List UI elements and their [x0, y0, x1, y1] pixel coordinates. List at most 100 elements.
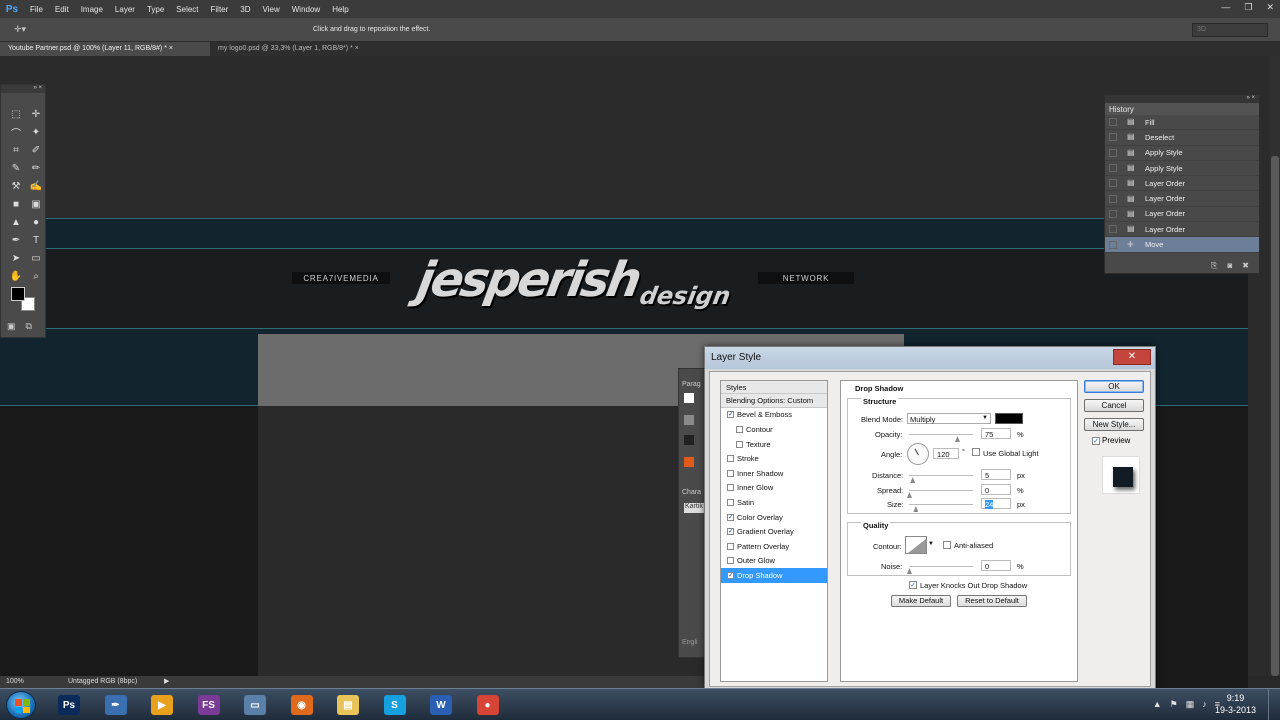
taskbar-app-fs-app[interactable]: FS — [190, 692, 228, 718]
cancel-button[interactable]: Cancel — [1084, 399, 1144, 412]
spread-input[interactable]: 0 — [981, 484, 1011, 495]
workspace-select[interactable]: 3D — [1192, 23, 1268, 37]
close-tab-icon[interactable]: × — [355, 45, 359, 52]
paragraph-align-icon[interactable] — [684, 393, 694, 403]
start-button[interactable] — [6, 691, 36, 719]
spread-slider[interactable] — [909, 490, 973, 492]
menu-filter[interactable]: Filter — [211, 5, 237, 14]
history-item[interactable]: ✛ Move — [1105, 237, 1259, 253]
taskbar-app-pen-app[interactable]: ✒ — [97, 692, 135, 718]
style-checkbox[interactable]: ✓ — [727, 528, 734, 536]
preview-checkbox[interactable]: ✓ — [1092, 436, 1100, 445]
style-checkbox[interactable] — [727, 498, 734, 506]
gradient-tool-icon[interactable]: ▣ — [27, 195, 45, 213]
dialog-close-button[interactable]: ✕ — [1113, 349, 1151, 365]
style-checkbox[interactable]: ✓ — [727, 411, 734, 419]
taskbar-app-skype[interactable]: S — [376, 692, 414, 718]
reset-to-default-button[interactable]: Reset to Default — [957, 595, 1027, 607]
screen-mode-icon[interactable]: ⧉ — [26, 321, 32, 332]
style-checkbox[interactable] — [727, 557, 734, 565]
styles-header[interactable]: Styles — [721, 381, 827, 393]
style-item[interactable]: Inner Glow — [721, 481, 827, 496]
style-checkbox[interactable]: ✓ — [727, 513, 734, 521]
history-item[interactable]: ▤ Layer Order — [1105, 222, 1259, 238]
style-checkbox[interactable] — [727, 469, 734, 477]
move-tool-icon[interactable]: ✛▾ — [14, 24, 26, 35]
minimize-icon[interactable]: — — [1221, 2, 1230, 13]
angle-dial[interactable] — [907, 443, 929, 465]
menu-file[interactable]: File — [30, 5, 51, 14]
history-item[interactable]: ▤ Fill — [1105, 115, 1259, 131]
use-global-light-checkbox[interactable] — [972, 448, 980, 456]
swatch-icon[interactable] — [684, 457, 694, 467]
history-item[interactable]: ▤ Apply Style — [1105, 161, 1259, 177]
style-item[interactable]: Outer Glow — [721, 554, 827, 569]
dialog-titlebar[interactable]: Layer Style — [705, 347, 1155, 369]
zoom-tool-icon[interactable]: ⌕ — [27, 267, 45, 285]
style-checkbox[interactable] — [727, 484, 734, 492]
zoom-level[interactable]: 100% — [6, 678, 24, 685]
knocks-out-checkbox[interactable]: ✓ — [909, 581, 917, 589]
noise-slider[interactable] — [909, 566, 973, 568]
anti-aliased-checkbox[interactable] — [943, 541, 951, 549]
history-snapshot-checkbox[interactable] — [1109, 133, 1117, 142]
action-center-icon[interactable]: ⚑ — [1170, 699, 1178, 710]
menu-layer[interactable]: Layer — [115, 5, 143, 14]
menu-type[interactable]: Type — [147, 5, 172, 14]
size-slider[interactable] — [909, 504, 973, 506]
clock[interactable]: 9:19 19-3-2013 — [1215, 692, 1256, 716]
tab-youtube-partner[interactable]: Youtube Partner.psd @ 100% (Layer 11, RG… — [0, 42, 210, 56]
chevron-down-icon[interactable]: ▼ — [928, 541, 934, 547]
new-style-button[interactable]: New Style... — [1084, 418, 1144, 431]
menu-image[interactable]: Image — [81, 5, 111, 14]
history-snapshot-checkbox[interactable] — [1109, 194, 1117, 203]
style-checkbox[interactable]: ✓ — [727, 571, 734, 579]
blending-options[interactable]: Blending Options: Custom — [721, 393, 827, 408]
history-brush-tool-icon[interactable]: ✍ — [27, 177, 45, 195]
move-tool-icon[interactable]: ✛ — [27, 105, 45, 123]
close-icon[interactable]: ✕ — [1266, 2, 1274, 13]
style-item[interactable]: ✓ Drop Shadow — [721, 568, 827, 583]
taskbar-app-word[interactable]: W — [422, 692, 460, 718]
magic-wand-tool-icon[interactable]: ✦ — [27, 123, 45, 141]
tab-paragraph[interactable]: Parag — [682, 381, 701, 388]
ok-button[interactable]: OK — [1084, 380, 1144, 393]
contour-picker[interactable] — [905, 536, 927, 554]
taskbar-app-explorer[interactable]: ▤ — [329, 692, 367, 718]
brush-tool-icon[interactable]: ✏ — [27, 159, 45, 177]
style-item[interactable]: ✓ Bevel & Emboss — [721, 408, 827, 423]
menu-help[interactable]: Help — [332, 5, 356, 14]
make-default-button[interactable]: Make Default — [891, 595, 951, 607]
taskbar-app-photoshop[interactable]: Ps — [50, 692, 88, 718]
tab-my-logo[interactable]: my logo0.psd @ 33,3% (Layer 1, RGB/8*) *… — [210, 42, 367, 56]
style-item[interactable]: ✓ Color Overlay — [721, 510, 827, 525]
shadow-color-swatch[interactable] — [995, 413, 1023, 424]
healing-tool-icon[interactable]: ✎ — [7, 159, 25, 177]
style-checkbox[interactable] — [736, 440, 743, 448]
menu-edit[interactable]: Edit — [55, 5, 77, 14]
eyedropper-tool-icon[interactable]: ✐ — [27, 141, 45, 159]
new-document-from-state-icon[interactable]: ⎘ — [1211, 261, 1217, 271]
size-input[interactable]: 24 — [981, 498, 1011, 509]
photoshop-logo-icon[interactable]: Ps — [2, 0, 22, 18]
pen-tool-icon[interactable]: ✒ — [7, 231, 25, 249]
snapshot-icon[interactable]: ◙ — [1227, 261, 1232, 271]
tab-character[interactable]: Chara — [682, 489, 701, 496]
quick-mask-icon[interactable]: ▣ — [7, 321, 16, 332]
menu-select[interactable]: Select — [176, 5, 206, 14]
history-snapshot-checkbox[interactable] — [1109, 179, 1117, 188]
taskbar-app-chrome[interactable]: ● — [469, 692, 507, 718]
blur-tool-icon[interactable]: ▲ — [7, 213, 25, 231]
style-item[interactable]: Stroke — [721, 451, 827, 466]
status-menu-arrow-icon[interactable]: ▶ — [164, 677, 169, 685]
swatch-icon[interactable] — [684, 435, 694, 445]
style-item[interactable]: Contour — [721, 422, 827, 437]
history-snapshot-checkbox[interactable] — [1109, 209, 1117, 218]
preview-toggle[interactable]: ✓ Preview — [1092, 436, 1130, 445]
history-snapshot-checkbox[interactable] — [1109, 148, 1117, 157]
history-item[interactable]: ▤ Deselect — [1105, 130, 1259, 146]
delete-icon[interactable]: ✖ — [1242, 261, 1249, 271]
hand-tool-icon[interactable]: ✋ — [7, 267, 25, 285]
foreground-color-swatch[interactable] — [11, 287, 25, 301]
history-item[interactable]: ▤ Layer Order — [1105, 191, 1259, 207]
